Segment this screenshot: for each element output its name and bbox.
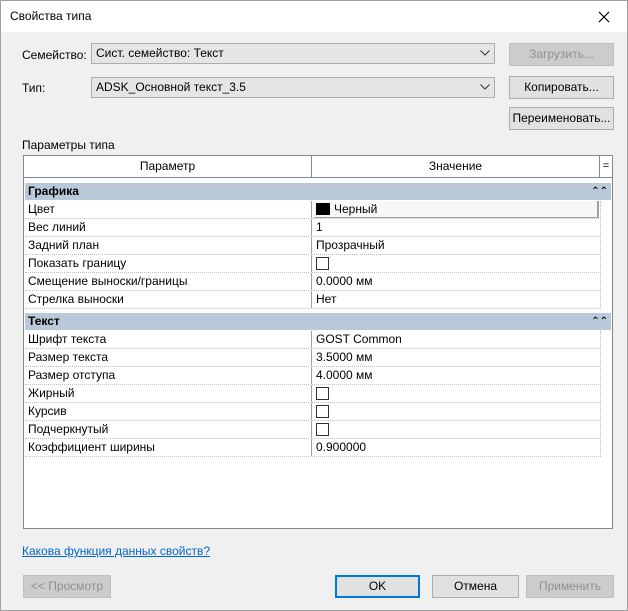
- param-row-color[interactable]: Цвет Черный: [25, 201, 599, 219]
- param-value[interactable]: Прозрачный: [314, 237, 599, 254]
- param-row-tab-size[interactable]: Размер отступа 4.0000 мм: [25, 367, 599, 385]
- group-title: Графика: [28, 184, 79, 198]
- type-value: ADSK_Основной текст_3.5: [96, 80, 246, 94]
- group-title: Текст: [28, 314, 60, 328]
- param-name: Смещение выноски/границы: [25, 273, 312, 290]
- collapse-icon[interactable]: ⌃⌃: [591, 183, 608, 200]
- param-name: Курсив: [25, 403, 312, 420]
- family-dropdown[interactable]: Сист. семейство: Текст: [91, 43, 495, 64]
- italic-checkbox[interactable]: [316, 405, 329, 418]
- close-button[interactable]: [581, 1, 627, 32]
- param-value[interactable]: 0.0000 мм: [314, 273, 599, 290]
- type-parameters-label: Параметры типа: [22, 138, 115, 152]
- collapse-icon[interactable]: ⌃⌃: [591, 313, 608, 330]
- cancel-button[interactable]: Отмена: [432, 575, 519, 598]
- type-parameters-grid: Параметр Значение = Графика ⌃⌃ Цвет Черн…: [23, 155, 613, 529]
- color-swatch: [316, 203, 330, 215]
- param-name: Цвет: [25, 201, 312, 218]
- chevron-down-icon: [480, 50, 490, 56]
- formula-column: [600, 201, 611, 309]
- param-value[interactable]: Нет: [314, 291, 599, 308]
- preview-button[interactable]: << Просмотр: [23, 575, 111, 598]
- param-name: Размер текста: [25, 349, 312, 366]
- dialog-title: Свойства типа: [10, 9, 92, 23]
- load-button[interactable]: Загрузить...: [509, 43, 614, 66]
- rename-button[interactable]: Переименовать...: [509, 107, 614, 130]
- param-row-underline[interactable]: Подчеркнутый: [25, 421, 599, 439]
- bold-checkbox[interactable]: [316, 387, 329, 400]
- show-border-checkbox[interactable]: [316, 257, 329, 270]
- apply-button[interactable]: Применить: [526, 575, 614, 598]
- param-value[interactable]: 3.5000 мм: [314, 349, 599, 366]
- family-label: Семейство:: [22, 48, 87, 62]
- family-value: Сист. семейство: Текст: [96, 46, 224, 60]
- close-icon: [598, 11, 610, 22]
- group-header-graphics[interactable]: Графика ⌃⌃: [25, 183, 611, 200]
- param-value-cell[interactable]: Черный: [314, 201, 599, 218]
- help-link[interactable]: Какова функция данных свойств?: [22, 544, 210, 558]
- param-value[interactable]: GOST Common: [314, 331, 599, 348]
- param-row-show-border[interactable]: Показать границу: [25, 255, 599, 273]
- underline-checkbox[interactable]: [316, 423, 329, 436]
- param-name: Размер отступа: [25, 367, 312, 384]
- param-column-header[interactable]: Параметр: [24, 156, 312, 177]
- param-name: Стрелка выноски: [25, 291, 312, 308]
- param-name: Коэффициент ширины: [25, 439, 312, 456]
- param-name: Подчеркнутый: [25, 421, 312, 438]
- param-name: Вес линий: [25, 219, 312, 236]
- param-row-background[interactable]: Задний план Прозрачный: [25, 237, 599, 255]
- param-row-text-font[interactable]: Шрифт текста GOST Common: [25, 331, 599, 349]
- value-column-header[interactable]: Значение: [312, 156, 600, 177]
- param-name: Жирный: [25, 385, 312, 402]
- param-value[interactable]: 4.0000 мм: [314, 367, 599, 384]
- param-name: Показать границу: [25, 255, 312, 272]
- type-properties-dialog: Свойства типа Семейство: Сист. семейство…: [0, 0, 628, 611]
- grid-header: Параметр Значение =: [24, 156, 612, 178]
- param-row-italic[interactable]: Курсив: [25, 403, 599, 421]
- title-bar: Свойства типа: [1, 1, 627, 32]
- param-row-text-size[interactable]: Размер текста 3.5000 мм: [25, 349, 599, 367]
- param-row-leader-arrowhead[interactable]: Стрелка выноски Нет: [25, 291, 599, 309]
- param-name: Шрифт текста: [25, 331, 312, 348]
- type-label: Тип:: [22, 81, 46, 95]
- param-row-line-weight[interactable]: Вес линий 1: [25, 219, 599, 237]
- param-value[interactable]: 1: [314, 219, 599, 236]
- formula-column: [600, 331, 611, 457]
- chevron-down-icon: [480, 84, 490, 90]
- formula-column-header[interactable]: =: [600, 156, 612, 177]
- param-row-leader-offset[interactable]: Смещение выноски/границы 0.0000 мм: [25, 273, 599, 291]
- param-row-bold[interactable]: Жирный: [25, 385, 599, 403]
- param-row-width-factor[interactable]: Коэффициент ширины 0.900000: [25, 439, 599, 457]
- color-picker-button[interactable]: Черный: [314, 201, 599, 218]
- param-name: Задний план: [25, 237, 312, 254]
- param-value[interactable]: 0.900000: [314, 439, 599, 456]
- type-dropdown[interactable]: ADSK_Основной текст_3.5: [91, 77, 495, 98]
- duplicate-button[interactable]: Копировать...: [509, 76, 614, 99]
- ok-button[interactable]: OK: [335, 575, 420, 598]
- color-name: Черный: [334, 202, 378, 216]
- group-header-text[interactable]: Текст ⌃⌃: [25, 313, 611, 330]
